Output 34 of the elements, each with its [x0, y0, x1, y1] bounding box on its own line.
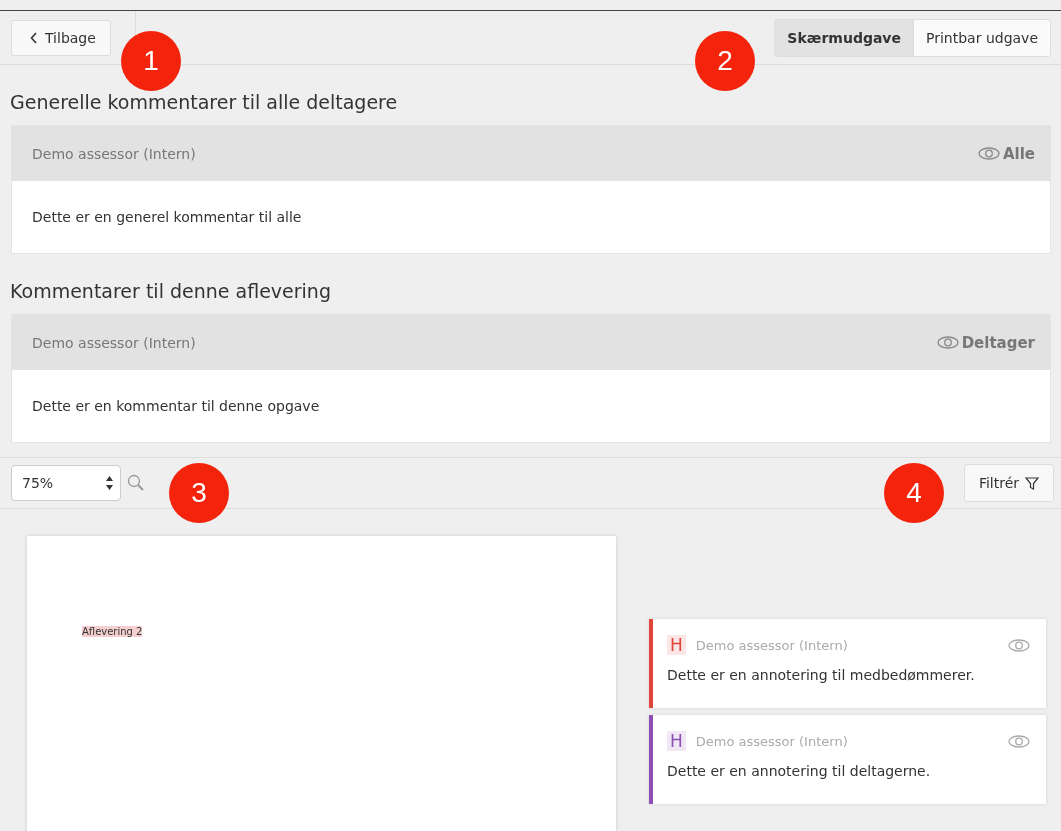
highlighted-text: Aflevering 2 — [82, 626, 143, 637]
author-name: Demo assessor (Intern) — [32, 334, 196, 351]
filter-button[interactable]: Filtrér — [963, 464, 1054, 502]
annotation-text: Dette er en annotering til medbedømmerer. — [667, 667, 976, 683]
step-callout: 4 — [884, 463, 944, 523]
section-heading: Generelle kommentarer til alle deltagere — [10, 91, 399, 113]
eye-icon — [1008, 734, 1030, 748]
search-icon[interactable] — [127, 474, 145, 492]
highlight-marker: H — [667, 731, 686, 751]
author-name: Demo assessor (Intern) — [32, 145, 196, 162]
step-callout: 2 — [695, 31, 755, 91]
comment-text: Dette er en kommentar til denne opgave — [32, 398, 320, 414]
annotation-text: Dette er en annotering til deltagerne. — [667, 763, 932, 779]
author-name: Demo assessor (Intern) — [695, 637, 848, 653]
annotation-card[interactable]: H Demo assessor (Intern) Dette er en annotering til deltagerne. — [649, 715, 1046, 804]
back-button[interactable]: Tilbage — [11, 19, 111, 56]
highlight-marker: H — [667, 635, 686, 655]
eye-icon — [977, 147, 1000, 160]
visibility-label: Alle — [1002, 144, 1035, 163]
annotation-card[interactable]: H Demo assessor (Intern) Dette er en annotering til medbedømmerer. — [649, 619, 1046, 708]
filter-icon — [1025, 476, 1039, 490]
comment-text: Dette er en generel kommentar til alle — [32, 209, 302, 225]
author-name: Demo assessor (Intern) — [695, 733, 848, 749]
step-callout: 3 — [169, 463, 229, 523]
view-tab[interactable]: Printbar udgave — [913, 19, 1050, 56]
step-callout: 1 — [121, 31, 181, 91]
visibility-label: Deltager — [961, 333, 1035, 352]
zoom-select[interactable]: 75% — [11, 465, 121, 501]
stepper-arrows-icon — [105, 475, 114, 491]
view-tab[interactable]: Skærmudgave — [775, 19, 913, 56]
eye-icon — [1008, 638, 1030, 652]
eye-icon — [936, 336, 959, 349]
chevron-left-icon — [30, 31, 38, 44]
section-heading: Kommentarer til denne aflevering — [10, 280, 332, 302]
